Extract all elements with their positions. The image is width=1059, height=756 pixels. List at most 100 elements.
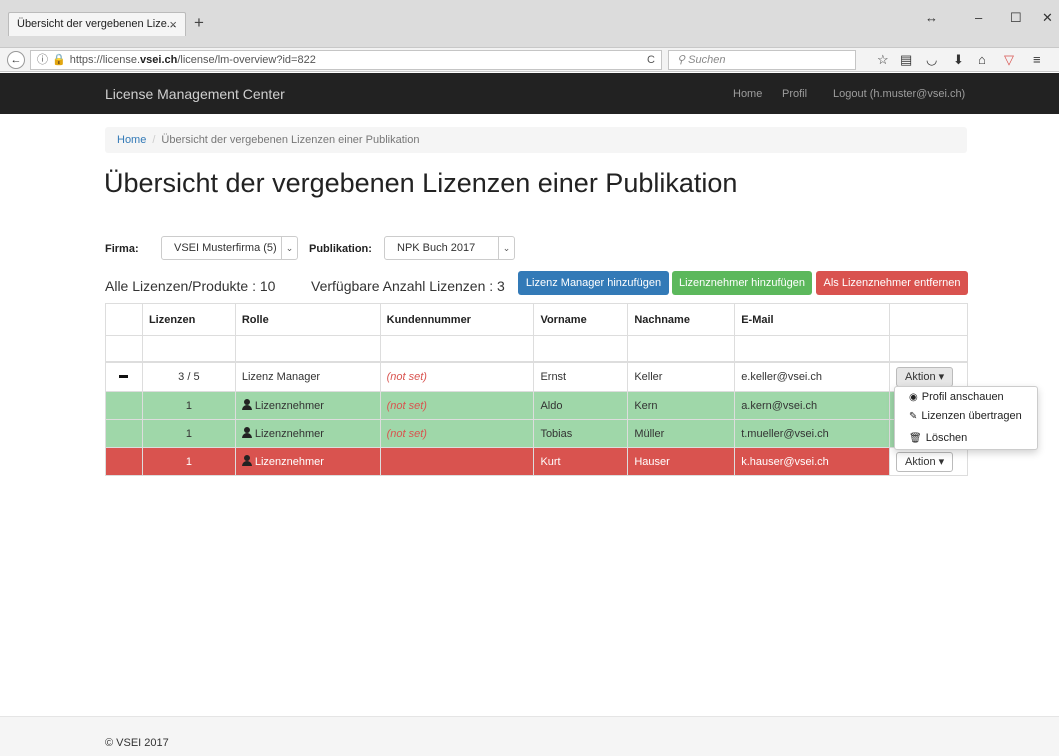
url-bar[interactable]: ⓘ 🔒 https://license.vsei.ch/license/lm-ove…	[30, 50, 662, 70]
add-licensee-button[interactable]: Lizenznehmer hinzufügen	[672, 271, 812, 295]
home-icon[interactable]: ⌂	[978, 52, 986, 67]
publikation-label: Publikation:	[309, 243, 372, 255]
menu-item-loeschen[interactable]: 🗑 Löschen	[909, 432, 967, 448]
nav-profile-link[interactable]: Profil	[782, 88, 807, 100]
new-tab-button[interactable]: +	[194, 13, 204, 33]
tab-title: Übersicht der vergebenen Lize...	[17, 18, 176, 30]
menu-item-profil-anschauen[interactable]: ◉ Profil anschauen	[909, 391, 1004, 407]
browser-titlebar: Übersicht der vergebenen Lize... × + ↔ –…	[0, 0, 1059, 47]
column-header-vorname[interactable]: Vorname	[533, 303, 629, 336]
pocket-icon[interactable]: ◡	[926, 52, 937, 68]
restore-size-icon[interactable]: ↔	[925, 10, 938, 25]
tab-close-icon[interactable]: ×	[169, 17, 177, 32]
available-licenses-count: Verfügbare Anzahl Lizenzen : 3	[311, 278, 505, 294]
reading-list-icon[interactable]: ▤	[900, 52, 912, 68]
back-button[interactable]: ←	[7, 51, 25, 69]
filter-cell[interactable]	[533, 335, 629, 362]
column-header-email[interactable]: E-Mail	[734, 303, 890, 336]
add-license-manager-button[interactable]: Lizenz Manager hinzufügen	[518, 271, 669, 295]
cell-empty	[105, 447, 143, 476]
minimize-button[interactable]: –	[975, 10, 982, 25]
column-header-nachname[interactable]: Nachname	[627, 303, 736, 336]
cell-empty	[105, 419, 143, 448]
breadcrumb-home-link[interactable]: Home	[117, 134, 146, 146]
cell-lizenzen: 1	[141, 447, 236, 476]
filter-cell[interactable]	[234, 335, 381, 362]
cell-kundennummer: (not set)	[379, 360, 535, 392]
column-header-lizenzen[interactable]: Lizenzen	[141, 303, 236, 336]
cell-nachname: Keller	[627, 360, 736, 392]
aktion-dropdown-button[interactable]: Aktion ▾	[896, 366, 954, 387]
browser-tab[interactable]: Übersicht der vergebenen Lize... ×	[8, 12, 186, 36]
user-icon	[241, 399, 252, 410]
search-icon: ⚲	[677, 54, 686, 66]
filter-cell[interactable]	[141, 335, 236, 362]
column-header	[105, 303, 143, 336]
menu-item-lizenzen-uebertragen[interactable]: ✎ Lizenzen übertragen	[909, 410, 1022, 426]
maximize-button[interactable]: ☐	[1010, 10, 1022, 26]
url-path: /license/lm-overview?id=822	[177, 54, 316, 66]
aktion-dropdown-menu: ◉ Profil anschauen ✎ Lizenzen übertragen 🗑…	[894, 386, 1038, 450]
cell-kundennummer: (not set)	[379, 391, 535, 420]
url-prefix: https://license.	[69, 54, 141, 66]
cell-vorname: Aldo	[533, 391, 629, 420]
footer: © VSEI 2017	[0, 716, 1059, 756]
firma-label: Firma:	[105, 243, 139, 255]
cell-email: a.kern@vsei.ch	[734, 391, 890, 420]
cell-lizenzen: 1	[141, 419, 236, 448]
filter-cell[interactable]	[379, 335, 535, 362]
chevron-down-icon: ⌄	[281, 237, 297, 259]
column-header-kundennummer[interactable]: Kundennummer	[379, 303, 535, 336]
caret-down-icon: ▾	[938, 370, 945, 383]
reload-icon[interactable]: C	[647, 51, 655, 69]
lock-icon: 🔒	[52, 54, 66, 66]
cell-vorname: Tobias	[533, 419, 629, 448]
search-placeholder: Suchen	[688, 54, 726, 66]
cell-kundennummer	[379, 447, 535, 476]
browser-search-input[interactable]: ⚲ Suchen	[668, 50, 856, 70]
cell-vorname: Kurt	[533, 447, 629, 476]
collapse-toggle[interactable]	[105, 360, 143, 392]
nav-home-link[interactable]: Home	[733, 88, 762, 100]
cell-rolle-label: Lizenznehmer	[254, 400, 324, 412]
cell-lizenzen: 3 / 5	[141, 360, 236, 392]
bookmark-star-icon[interactable]: ☆	[877, 52, 889, 68]
cell-actions: Aktion ▾	[889, 447, 968, 476]
firma-select-value: VSEI Musterfirma (5)	[174, 242, 277, 254]
breadcrumb: Home / Übersicht der vergebenen Lizenzen e…	[105, 127, 967, 153]
menu-icon[interactable]: ≡	[1033, 52, 1041, 67]
menu-item-label: Profil anschauen	[921, 391, 1004, 403]
filter-cell[interactable]	[734, 335, 890, 362]
menu-item-label: Lizenzen übertragen	[921, 410, 1022, 422]
cell-nachname: Hauser	[627, 447, 736, 476]
cell-rolle-label: Lizenznehmer	[254, 428, 324, 440]
nav-logout-link[interactable]: Logout (h.muster@vsei.ch)	[833, 88, 965, 100]
app-navbar: License Management Center Home Profil Lo…	[0, 73, 1059, 114]
aktion-dropdown-button[interactable]: Aktion ▾	[896, 451, 954, 472]
cell-rolle: Lizenznehmer	[234, 391, 381, 420]
table-row: 1 Lizenznehmer (not set) Aldo Kern a.ker…	[105, 391, 968, 420]
cell-kundennummer: (not set)	[379, 419, 535, 448]
close-window-button[interactable]: ✕	[1042, 10, 1053, 26]
column-header-rolle[interactable]: Rolle	[234, 303, 381, 336]
table-row: 1 Lizenznehmer Kurt Hauser k.hauser@vsei…	[105, 447, 968, 476]
table-row: 3 / 5 Lizenz Manager (not set) Ernst Kel…	[105, 360, 968, 392]
firma-select[interactable]: VSEI Musterfirma (5) ⌄	[161, 236, 298, 260]
remove-licensee-button[interactable]: Als Lizenznehmer entfernen	[816, 271, 968, 295]
column-header	[889, 303, 968, 336]
page-title: Übersicht der vergebenen Lizenzen einer …	[104, 168, 738, 198]
eye-icon: ◉	[909, 392, 918, 403]
cell-empty	[105, 391, 143, 420]
publikation-select[interactable]: NPK Buch 2017 ⌄	[384, 236, 515, 260]
user-icon	[241, 427, 252, 438]
download-icon[interactable]: ⬇	[953, 52, 964, 68]
shield-icon[interactable]: ▽	[1004, 52, 1014, 68]
cell-rolle: Lizenznehmer	[234, 447, 381, 476]
info-icon[interactable]: ⓘ	[37, 54, 48, 66]
all-licenses-count: Alle Lizenzen/Produkte : 10	[105, 278, 276, 294]
table-row: 1 Lizenznehmer (not set) Tobias Müller t…	[105, 419, 968, 448]
brand-title[interactable]: License Management Center	[105, 86, 285, 102]
filter-cell[interactable]	[627, 335, 736, 362]
filter-cell	[889, 335, 968, 362]
table-header-row: Lizenzen Rolle Kundennummer Vorname Nach…	[105, 303, 968, 336]
